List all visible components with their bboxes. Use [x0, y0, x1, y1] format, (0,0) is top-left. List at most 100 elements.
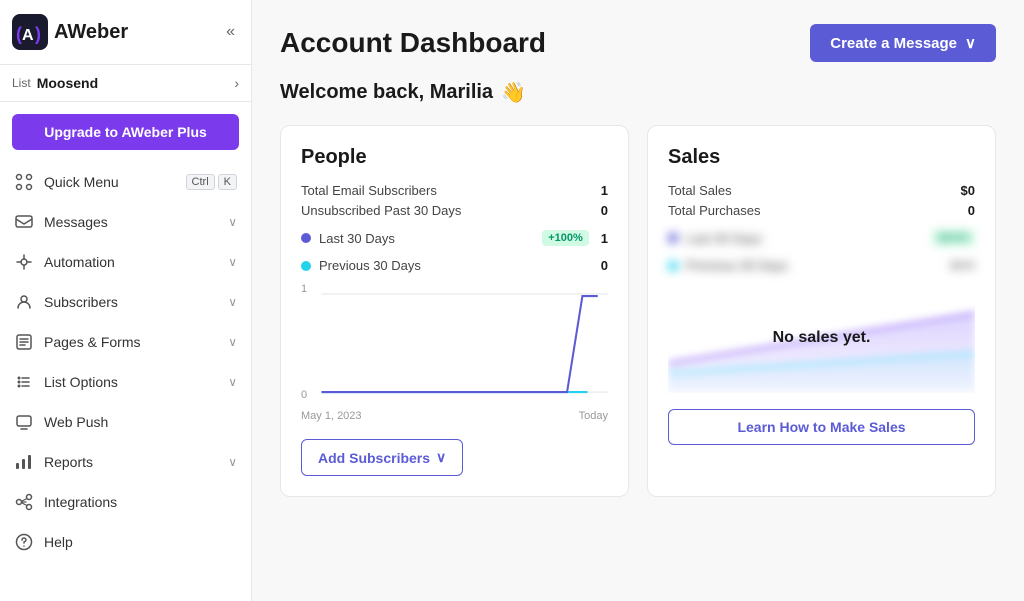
total-purchases-label: Total Purchases	[668, 203, 761, 218]
unsubscribed-value: 0	[601, 203, 608, 218]
main-content: Account Dashboard Create a Message ∨ Wel…	[252, 0, 1024, 601]
previous-30-days-legend: Previous 30 Days 0	[301, 258, 608, 273]
automation-chevron-icon: ∨	[228, 255, 237, 269]
unsubscribed-stat: Unsubscribed Past 30 Days 0	[301, 203, 608, 218]
list-options-icon	[14, 372, 34, 392]
reports-icon	[14, 452, 34, 472]
total-purchases-value: 0	[968, 203, 975, 218]
sidebar-item-automation[interactable]: Automation ∨	[0, 242, 251, 282]
web-push-icon	[14, 412, 34, 432]
previous-30-days-count: 0	[601, 258, 608, 273]
learn-sales-label: Learn How to Make Sales	[737, 419, 905, 435]
previous-30-days-dot	[301, 261, 311, 271]
sidebar-item-messages[interactable]: Messages ∨	[0, 202, 251, 242]
total-subscribers-stat: Total Email Subscribers 1	[301, 183, 608, 198]
people-card: People Total Email Subscribers 1 Unsubsc…	[280, 125, 629, 497]
sales-last-30-dot	[668, 233, 678, 243]
total-sales-value: $0	[961, 183, 975, 198]
sidebar-item-subscribers[interactable]: Subscribers ∨	[0, 282, 251, 322]
sales-card-footer: Learn How to Make Sales	[668, 409, 975, 445]
sales-last-30-label: Last 30 Days	[686, 231, 762, 246]
quick-menu-shortcut: Ctrl K	[186, 174, 237, 190]
collapse-sidebar-button[interactable]: «	[222, 19, 239, 45]
list-selector[interactable]: List Moosend ›	[0, 65, 251, 102]
chart-x-end: Today	[579, 410, 608, 422]
list-name: Moosend	[37, 75, 235, 91]
aweber-logo: ( A ) AWeber	[12, 14, 128, 50]
integrations-icon	[14, 492, 34, 512]
unsubscribed-label: Unsubscribed Past 30 Days	[301, 203, 461, 218]
people-chart-svg	[301, 283, 608, 403]
create-message-label: Create a Message	[830, 35, 957, 52]
sidebar-item-web-push[interactable]: Web Push	[0, 402, 251, 442]
quick-menu-label: Quick Menu	[44, 174, 176, 190]
welcome-message: Welcome back, Marilia	[280, 81, 493, 104]
sales-card: Sales Total Sales $0 Total Purchases 0 L…	[647, 125, 996, 497]
messages-label: Messages	[44, 214, 218, 230]
last-30-days-legend: Last 30 Days +100% 1	[301, 230, 608, 246]
reports-chevron-icon: ∨	[228, 455, 237, 469]
app-name: AWeber	[54, 21, 128, 44]
help-label: Help	[44, 534, 237, 550]
sales-previous-30-dot	[668, 261, 678, 271]
list-options-chevron-icon: ∨	[228, 375, 237, 389]
svg-text:A: A	[22, 27, 34, 44]
web-push-label: Web Push	[44, 414, 237, 430]
sales-previous-30-label: Previous 30 Days	[686, 258, 788, 273]
last-30-days-badge: +100%	[542, 230, 589, 246]
sales-previous-30-value: $###	[951, 260, 975, 272]
subscribers-label: Subscribers	[44, 294, 218, 310]
previous-30-days-label: Previous 30 Days	[319, 258, 421, 273]
sidebar-item-integrations[interactable]: Integrations	[0, 482, 251, 522]
total-subscribers-label: Total Email Subscribers	[301, 183, 437, 198]
last-30-days-dot	[301, 233, 311, 243]
pages-forms-chevron-icon: ∨	[228, 335, 237, 349]
add-subscribers-button[interactable]: Add Subscribers ∨	[301, 439, 463, 476]
page-title: Account Dashboard	[280, 27, 546, 59]
sidebar-item-list-options[interactable]: List Options ∨	[0, 362, 251, 402]
sales-card-title: Sales	[668, 146, 975, 169]
dashboard-cards: People Total Email Subscribers 1 Unsubsc…	[280, 125, 996, 497]
messages-chevron-icon: ∨	[228, 215, 237, 229]
chart-x-start: May 1, 2023	[301, 410, 362, 422]
add-subscribers-label: Add Subscribers	[318, 450, 430, 466]
last-30-days-count: 1	[601, 231, 608, 246]
help-icon	[14, 532, 34, 552]
list-chevron-icon: ›	[234, 75, 239, 91]
add-subscribers-chevron-icon: ∨	[436, 449, 446, 466]
sidebar: ( A ) AWeber « List Moosend › Upgrade to…	[0, 0, 252, 601]
chart-y-bottom-label: 0	[301, 389, 307, 401]
chart-x-labels: May 1, 2023 Today	[301, 410, 608, 422]
subscribers-icon	[14, 292, 34, 312]
total-subscribers-value: 1	[601, 183, 608, 198]
learn-how-to-make-sales-button[interactable]: Learn How to Make Sales	[668, 409, 975, 445]
create-message-button[interactable]: Create a Message ∨	[810, 24, 996, 62]
aweber-logo-icon: ( A )	[12, 14, 48, 50]
subscribers-chevron-icon: ∨	[228, 295, 237, 309]
main-header: Account Dashboard Create a Message ∨	[280, 24, 996, 62]
total-purchases-stat: Total Purchases 0	[668, 203, 975, 218]
total-sales-label: Total Sales	[668, 183, 732, 198]
total-sales-stat: Total Sales $0	[668, 183, 975, 198]
sidebar-header: ( A ) AWeber «	[0, 0, 251, 65]
people-card-title: People	[301, 146, 608, 169]
create-message-chevron-icon: ∨	[965, 34, 976, 52]
sidebar-item-quick-menu[interactable]: Quick Menu Ctrl K	[0, 162, 251, 202]
welcome-text: Welcome back, Marilia 👋	[280, 80, 996, 105]
pages-forms-label: Pages & Forms	[44, 334, 218, 350]
sidebar-item-pages-forms[interactable]: Pages & Forms ∨	[0, 322, 251, 362]
sidebar-item-help[interactable]: Help	[0, 522, 251, 562]
people-card-footer: Add Subscribers ∨	[301, 439, 608, 476]
sales-chart: No sales yet.	[668, 283, 975, 393]
people-chart: 1 0 May 1, 2023 Today	[301, 283, 608, 423]
welcome-emoji: 👋	[501, 80, 526, 105]
list-options-label: List Options	[44, 374, 218, 390]
integrations-label: Integrations	[44, 494, 237, 510]
upgrade-button[interactable]: Upgrade to AWeber Plus	[12, 114, 239, 150]
automation-label: Automation	[44, 254, 218, 270]
automation-icon	[14, 252, 34, 272]
quick-menu-icon	[14, 172, 34, 192]
sidebar-item-reports[interactable]: Reports ∨	[0, 442, 251, 482]
last-30-days-label: Last 30 Days	[319, 231, 395, 246]
pages-forms-icon	[14, 332, 34, 352]
